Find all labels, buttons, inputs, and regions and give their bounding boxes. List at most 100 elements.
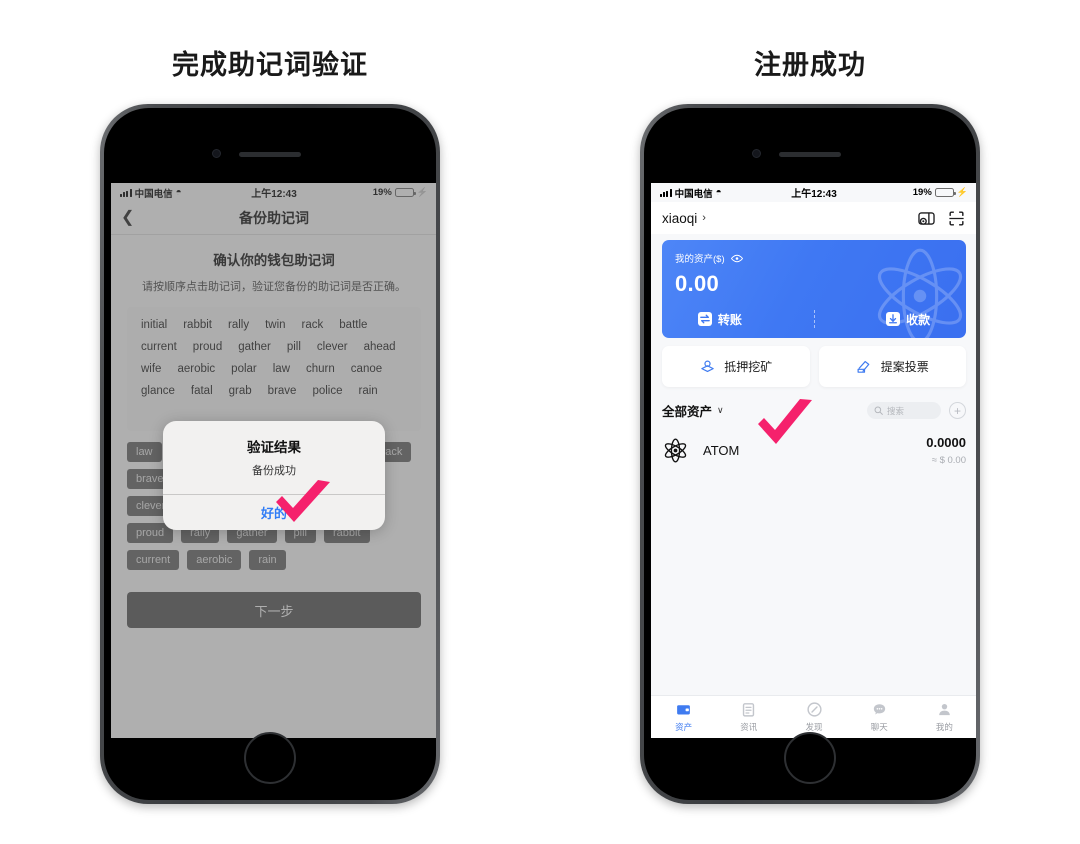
right-status-bar: 中国电信 ◓ 上午12:43 19% ⚡ bbox=[651, 183, 976, 202]
search-input[interactable]: 搜索 bbox=[867, 402, 941, 419]
chevron-down-icon[interactable]: ∨ bbox=[717, 405, 724, 416]
selected-word[interactable]: pill bbox=[279, 336, 309, 358]
tab-news[interactable]: 资讯 bbox=[716, 701, 781, 733]
balance-card: 我的资产($) 0.00 转账 收款 bbox=[662, 240, 966, 338]
scan-icon[interactable] bbox=[947, 209, 966, 228]
asset-symbol: ATOM bbox=[703, 442, 740, 458]
selected-words-area[interactable]: initial rabbit rally twin rack battle current p… bbox=[127, 307, 421, 431]
front-camera-icon bbox=[752, 149, 761, 158]
earpiece-speaker bbox=[239, 152, 301, 157]
tab-chat[interactable]: 聊天 bbox=[847, 701, 912, 733]
battery-icon bbox=[934, 187, 956, 198]
selected-word[interactable]: rack bbox=[294, 314, 332, 336]
quick-action-vote-label: 提案投票 bbox=[880, 360, 929, 374]
phone-left-body: 中国电信 ◓ 上午12:43 19% ⚡ ❮ 备份助记词 确认你的钱包助记词 请… bbox=[104, 108, 436, 800]
receive-label: 收款 bbox=[906, 312, 931, 327]
selected-word[interactable]: rabbit bbox=[175, 314, 220, 336]
tab-profile[interactable]: 我的 bbox=[912, 701, 976, 733]
selected-word[interactable]: clever bbox=[309, 336, 356, 358]
quick-action-vote[interactable]: 提案投票 bbox=[818, 346, 966, 387]
selected-word[interactable]: ahead bbox=[356, 336, 404, 358]
left-status-bar: 中国电信 ◓ 上午12:43 19% ⚡ bbox=[111, 183, 436, 202]
selected-word[interactable]: gather bbox=[230, 336, 279, 358]
asset-values: 0.0000 ≈ $ 0.00 bbox=[926, 434, 966, 466]
right-screen: 中国电信 ◓ 上午12:43 19% ⚡ xiaoqi › 我的资产($) 0.… bbox=[651, 183, 976, 738]
selected-word[interactable]: glance bbox=[133, 380, 183, 402]
dialog-confirm-button[interactable]: 好的 bbox=[163, 495, 385, 530]
header-icons bbox=[917, 209, 966, 228]
word-chip[interactable]: rain bbox=[249, 550, 286, 570]
selected-word[interactable]: brave bbox=[260, 380, 305, 402]
selected-word[interactable]: battle bbox=[331, 314, 375, 336]
balance-label: 我的资产($) bbox=[675, 254, 725, 265]
next-step-button[interactable]: 下一步 bbox=[127, 592, 421, 628]
home-button[interactable] bbox=[244, 732, 296, 784]
asset-list: ATOM 0.0000 ≈ $ 0.00 bbox=[651, 424, 976, 695]
back-button[interactable]: ❮ bbox=[121, 210, 134, 226]
tab-label: 我的 bbox=[935, 722, 953, 732]
selected-word[interactable]: fatal bbox=[183, 380, 221, 402]
eye-icon[interactable] bbox=[730, 254, 743, 263]
tab-label: 资讯 bbox=[740, 722, 758, 732]
quick-actions: 抵押挖矿 提案投票 bbox=[662, 346, 966, 387]
news-tab-icon bbox=[716, 701, 781, 718]
phone-left: 中国电信 ◓ 上午12:43 19% ⚡ ❮ 备份助记词 确认你的钱包助记词 请… bbox=[100, 104, 440, 804]
selected-word[interactable]: twin bbox=[257, 314, 293, 336]
selected-word[interactable]: police bbox=[304, 380, 350, 402]
assets-title[interactable]: 全部资产 bbox=[662, 401, 712, 420]
dialog-body: 验证结果 备份成功 bbox=[163, 421, 385, 494]
phone-right: 中国电信 ◓ 上午12:43 19% ⚡ xiaoqi › 我的资产($) 0.… bbox=[640, 104, 980, 804]
battery-percent: 19% bbox=[372, 187, 392, 198]
earpiece-speaker bbox=[779, 152, 841, 157]
status-right: 19% ⚡ bbox=[913, 187, 968, 198]
word-chip[interactable]: law bbox=[127, 442, 162, 462]
status-right: 19% ⚡ bbox=[373, 187, 428, 198]
selected-word[interactable]: current bbox=[133, 336, 185, 358]
chat-tab-icon bbox=[847, 701, 912, 718]
assets-header: 全部资产 ∨ 搜索 + bbox=[662, 401, 966, 420]
chevron-right-icon[interactable]: › bbox=[702, 212, 706, 224]
selected-word[interactable]: wife bbox=[133, 358, 169, 380]
home-button[interactable] bbox=[784, 732, 836, 784]
selected-word[interactable]: polar bbox=[223, 358, 265, 380]
atom-icon bbox=[664, 437, 687, 463]
selected-word[interactable]: proud bbox=[185, 336, 230, 358]
phone-right-body: 中国电信 ◓ 上午12:43 19% ⚡ xiaoqi › 我的资产($) 0.… bbox=[644, 108, 976, 800]
wallet-icon[interactable] bbox=[917, 209, 936, 228]
quick-action-stake[interactable]: 抵押挖矿 bbox=[662, 346, 810, 387]
add-asset-button[interactable]: + bbox=[949, 402, 966, 419]
asset-row[interactable]: ATOM 0.0000 ≈ $ 0.00 bbox=[651, 424, 976, 476]
verification-dialog: 验证结果 备份成功 好的 bbox=[163, 421, 385, 530]
transfer-label: 转账 bbox=[717, 312, 742, 327]
vote-icon bbox=[857, 360, 870, 373]
selected-word[interactable]: rally bbox=[220, 314, 257, 336]
page-title: 备份助记词 bbox=[239, 210, 309, 226]
receive-icon bbox=[886, 312, 901, 326]
discover-tab-icon bbox=[781, 701, 846, 718]
selected-word[interactable]: rain bbox=[351, 380, 386, 402]
caption-left: 完成助记词验证 bbox=[172, 50, 368, 80]
caption-right: 注册成功 bbox=[754, 50, 866, 80]
left-nav-bar: ❮ 备份助记词 bbox=[111, 202, 436, 235]
username-label[interactable]: xiaoqi bbox=[662, 211, 697, 226]
tab-label: 聊天 bbox=[870, 722, 888, 732]
selected-word[interactable]: law bbox=[265, 358, 298, 380]
quick-action-stake-label: 抵押挖矿 bbox=[724, 360, 773, 374]
receive-button[interactable]: 收款 bbox=[886, 311, 930, 328]
selected-word[interactable]: churn bbox=[298, 358, 343, 380]
word-chip[interactable]: current bbox=[127, 550, 180, 570]
wallet-tab-icon bbox=[651, 701, 716, 718]
selected-word[interactable]: canoe bbox=[343, 358, 390, 380]
dialog-title: 验证结果 bbox=[247, 440, 301, 455]
screenshot-root: 完成助记词验证 注册成功 中国电信 ◓ 上午12:43 19% ⚡ ❮ 备份助记… bbox=[0, 0, 1080, 844]
tab-discover[interactable]: 发现 bbox=[781, 701, 846, 733]
selected-word[interactable]: aerobic bbox=[169, 358, 223, 380]
selected-word[interactable]: initial bbox=[133, 314, 175, 336]
search-placeholder: 搜索 bbox=[887, 405, 905, 416]
tab-wallet[interactable]: 资产 bbox=[651, 701, 716, 733]
selected-word[interactable]: grab bbox=[221, 380, 260, 402]
word-chip[interactable]: aerobic bbox=[187, 550, 242, 570]
tab-label: 发现 bbox=[805, 722, 823, 732]
transfer-button[interactable]: 转账 bbox=[697, 311, 742, 328]
front-camera-icon bbox=[212, 149, 221, 158]
